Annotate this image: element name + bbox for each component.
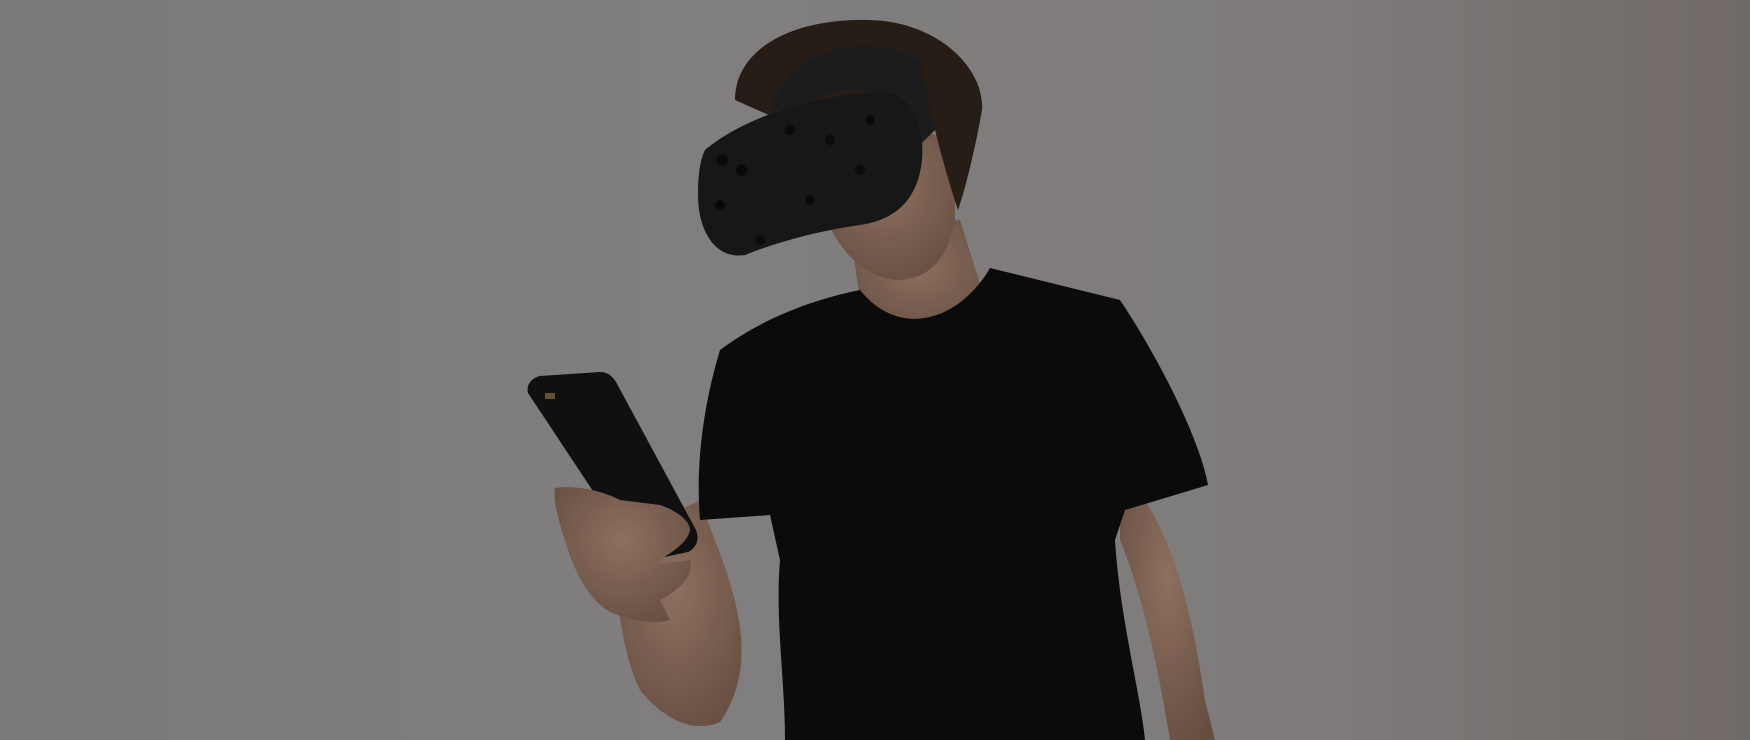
- hero-image: [0, 0, 1750, 740]
- dark-overlay: [0, 0, 1750, 740]
